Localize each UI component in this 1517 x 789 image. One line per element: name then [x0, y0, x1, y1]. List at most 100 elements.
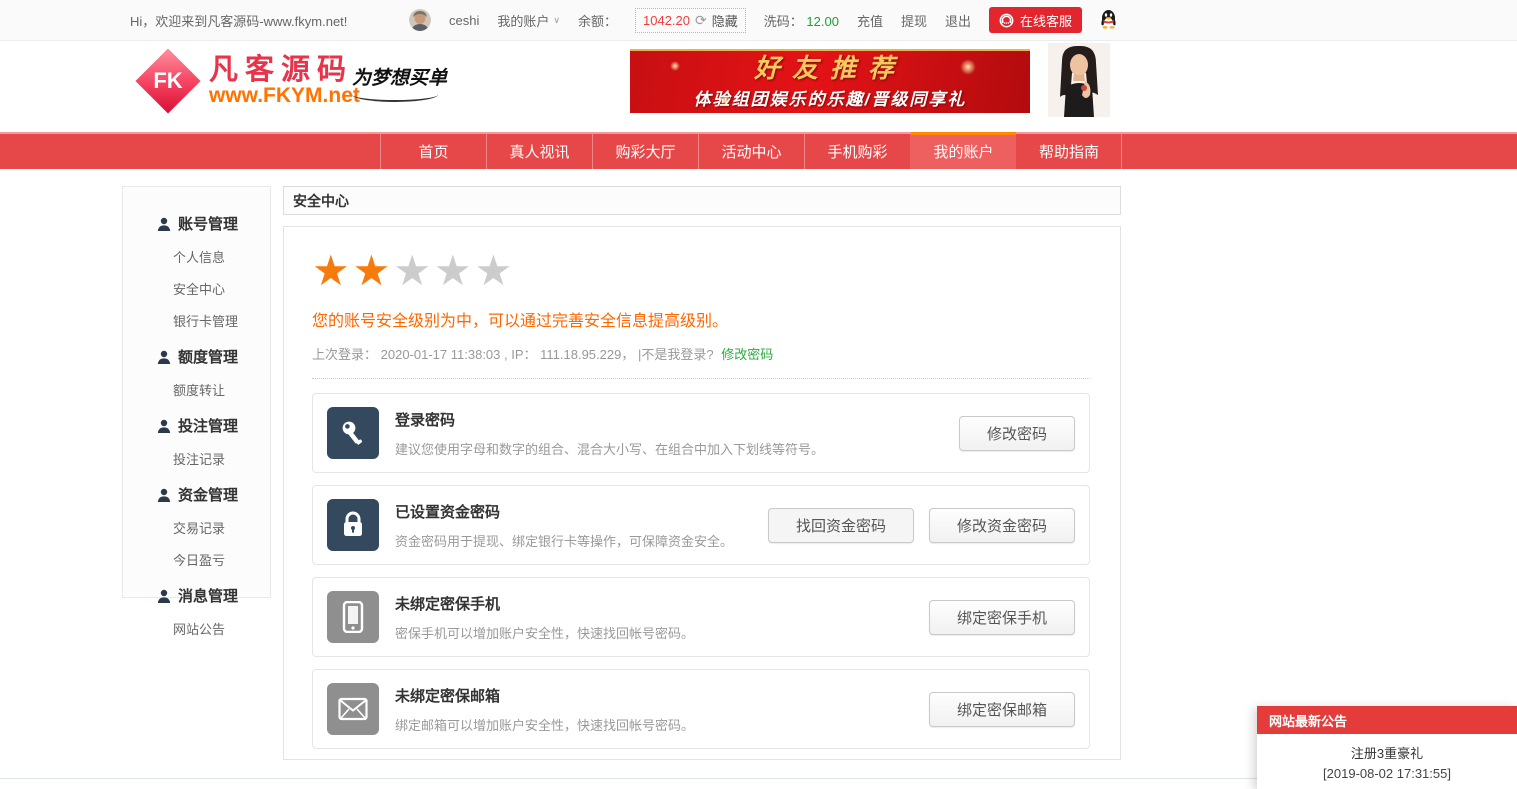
change-login-password-button[interactable]: 修改密码: [959, 416, 1075, 451]
change-password-link[interactable]: 修改密码: [721, 347, 773, 362]
sidebar-section-account[interactable]: 账号管理: [123, 213, 270, 234]
security-item-desc: 资金密码用于提现、绑定银行卡等操作，可保障资金安全。: [395, 531, 733, 550]
user-icon: [157, 350, 171, 364]
security-item-title: 登录密码: [395, 409, 824, 430]
security-item-text: 未绑定密保邮箱 绑定邮箱可以增加账户安全性，快速找回帐号密码。: [395, 685, 694, 734]
nav-item-mobile-lottery[interactable]: 手机购彩: [804, 134, 910, 169]
banner-title: 好友推荐: [754, 55, 906, 81]
star-filled-icon: ★: [312, 247, 353, 294]
page-title: 安全中心: [283, 186, 1121, 215]
sidebar-item-personal-info[interactable]: 个人信息: [123, 247, 270, 266]
user-icon: [157, 217, 171, 231]
slogan: 为梦想买单: [352, 63, 447, 102]
logout-link[interactable]: 退出: [945, 11, 971, 30]
sidebar-item-quota-transfer[interactable]: 额度转让: [123, 380, 270, 399]
nav-item-label: 我的账户: [933, 141, 993, 162]
promo-banner[interactable]: 好友推荐 体验组团娱乐的乐趣/晋级同享礼: [630, 49, 1030, 113]
nav-item-help-guide[interactable]: 帮助指南: [1016, 134, 1122, 169]
announcement-timestamp: [2019-08-02 17:31:55]: [1257, 766, 1517, 781]
announcement-popup-header[interactable]: 网站最新公告: [1257, 706, 1517, 734]
star-empty-icon: ★: [475, 247, 516, 294]
recharge-link[interactable]: 充值: [857, 11, 883, 30]
site-header: FK 凡客源码 www.FKYM.net 为梦想买单 好友推荐 体验组团娱乐的乐…: [0, 41, 1517, 132]
sidebar-item-security-center[interactable]: 安全中心: [123, 279, 270, 298]
sidebar-section-betting[interactable]: 投注管理: [123, 415, 270, 436]
phone-icon: [327, 591, 379, 643]
headset-icon: [999, 13, 1014, 28]
security-item-actions: 修改密码: [959, 416, 1075, 451]
security-item-fund-password: 已设置资金密码 资金密码用于提现、绑定银行卡等操作，可保障资金安全。 找回资金密…: [312, 485, 1090, 565]
online-service-button[interactable]: 在线客服: [989, 7, 1082, 33]
dotted-separator: [312, 378, 1090, 379]
wash-value: 12.00: [806, 14, 839, 29]
bind-email-button[interactable]: 绑定密保邮箱: [929, 692, 1075, 727]
security-item-desc: 绑定邮箱可以增加账户安全性，快速找回帐号密码。: [395, 715, 694, 734]
balance-value: 1042.20: [643, 13, 690, 28]
security-item-title: 已设置资金密码: [395, 501, 733, 522]
logo-title: 凡客源码: [209, 55, 360, 85]
nav-item-label: 手机购彩: [827, 141, 887, 162]
withdraw-link[interactable]: 提现: [901, 11, 927, 30]
welcome-text: Hi，欢迎来到凡客源码-www.fkym.net!: [130, 11, 347, 30]
topbar-account-group: ceshi 我的账户 ∨ 余额： 1042.20 ⟳ 隐藏 洗码： 12.00 …: [409, 7, 1117, 33]
security-item-title: 未绑定密保手机: [395, 593, 694, 614]
recover-fund-password-button[interactable]: 找回资金密码: [768, 508, 914, 543]
nav-item-activity-center[interactable]: 活动中心: [698, 134, 804, 169]
user-icon: [157, 488, 171, 502]
sidebar-section-messages[interactable]: 消息管理: [123, 585, 270, 606]
announcement-title-link[interactable]: 注册3重豪礼: [1257, 743, 1517, 762]
username: ceshi: [449, 13, 479, 28]
security-items: 登录密码 建议您使用字母和数字的组合、混合大小写、在组合中加入下划线等符号。 修…: [312, 393, 1090, 749]
logo-mark-text: FK: [145, 58, 191, 104]
hide-balance-link[interactable]: 隐藏: [712, 11, 738, 30]
security-item-actions: 绑定密保邮箱: [929, 692, 1075, 727]
announcement-popup-body: 注册3重豪礼 [2019-08-02 17:31:55]: [1257, 734, 1517, 789]
qq-icon[interactable]: [1100, 9, 1117, 32]
nav-item-lottery-hall[interactable]: 购彩大厅: [592, 134, 698, 169]
sidebar-section-label: 资金管理: [178, 484, 238, 505]
logo-text: 凡客源码 www.FKYM.net: [209, 55, 360, 107]
sidebar-section-quota[interactable]: 额度管理: [123, 346, 270, 367]
last-login-value: 2020-01-17 11:38:03 , IP： 111.18.95.229，: [381, 347, 635, 362]
lock-icon: [327, 499, 379, 551]
sidebar-item-transaction-records[interactable]: 交易记录: [123, 518, 270, 537]
mail-icon: [327, 683, 379, 735]
balance-label: 余额：: [578, 11, 617, 30]
sidebar-item-bank-card[interactable]: 银行卡管理: [123, 311, 270, 330]
logo-url: www.FKYM.net: [209, 85, 360, 107]
sidebar-section-label: 投注管理: [178, 415, 238, 436]
sidebar-item-site-announcements[interactable]: 网站公告: [123, 619, 270, 638]
security-level-message: 您的账号安全级别为中，可以通过完善安全信息提高级别。: [312, 307, 1090, 331]
sidebar-section-label: 账号管理: [178, 213, 238, 234]
slogan-underline: [352, 92, 438, 102]
nav-list: 首页 真人视讯 购彩大厅 活动中心 手机购彩 我的账户 帮助指南: [0, 134, 1517, 169]
nav-item-home[interactable]: 首页: [380, 134, 486, 169]
site-logo[interactable]: FK 凡客源码 www.FKYM.net: [137, 50, 360, 112]
bind-phone-button[interactable]: 绑定密保手机: [929, 600, 1075, 635]
chevron-down-icon: ∨: [553, 15, 560, 26]
account-menu-label: 我的账户: [497, 11, 549, 30]
sidebar: 账号管理 个人信息 安全中心 银行卡管理 额度管理 额度转让 投注管理 投注记录…: [122, 186, 271, 598]
refresh-icon[interactable]: ⟳: [695, 12, 707, 29]
security-item-actions: 绑定密保手机: [929, 600, 1075, 635]
star-filled-icon: ★: [353, 247, 394, 294]
sidebar-item-bet-records[interactable]: 投注记录: [123, 449, 270, 468]
security-item-actions: 找回资金密码 修改资金密码: [768, 508, 1075, 543]
nav-item-live-video[interactable]: 真人视讯: [486, 134, 592, 169]
nav-item-label: 购彩大厅: [615, 141, 675, 162]
account-menu[interactable]: 我的账户 ∨: [497, 11, 560, 30]
main-nav: 首页 真人视讯 购彩大厅 活动中心 手机购彩 我的账户 帮助指南: [0, 132, 1517, 169]
change-fund-password-button[interactable]: 修改资金密码: [929, 508, 1075, 543]
sidebar-section-funds[interactable]: 资金管理: [123, 484, 270, 505]
last-login-label: 上次登录：: [312, 347, 377, 362]
star-empty-icon: ★: [393, 247, 434, 294]
last-login-line: 上次登录： 2020-01-17 11:38:03 , IP： 111.18.9…: [312, 344, 1090, 363]
security-item-text: 已设置资金密码 资金密码用于提现、绑定银行卡等操作，可保障资金安全。: [395, 501, 733, 550]
star-empty-icon: ★: [434, 247, 475, 294]
user-icon: [157, 589, 171, 603]
sidebar-item-today-profit[interactable]: 今日盈亏: [123, 550, 270, 569]
nav-item-my-account[interactable]: 我的账户: [910, 134, 1016, 169]
avatar[interactable]: [409, 9, 431, 31]
security-panel: ★★★★★ 您的账号安全级别为中，可以通过完善安全信息提高级别。 上次登录： 2…: [283, 226, 1121, 760]
not-me-text: |不是我登录?: [638, 347, 714, 362]
